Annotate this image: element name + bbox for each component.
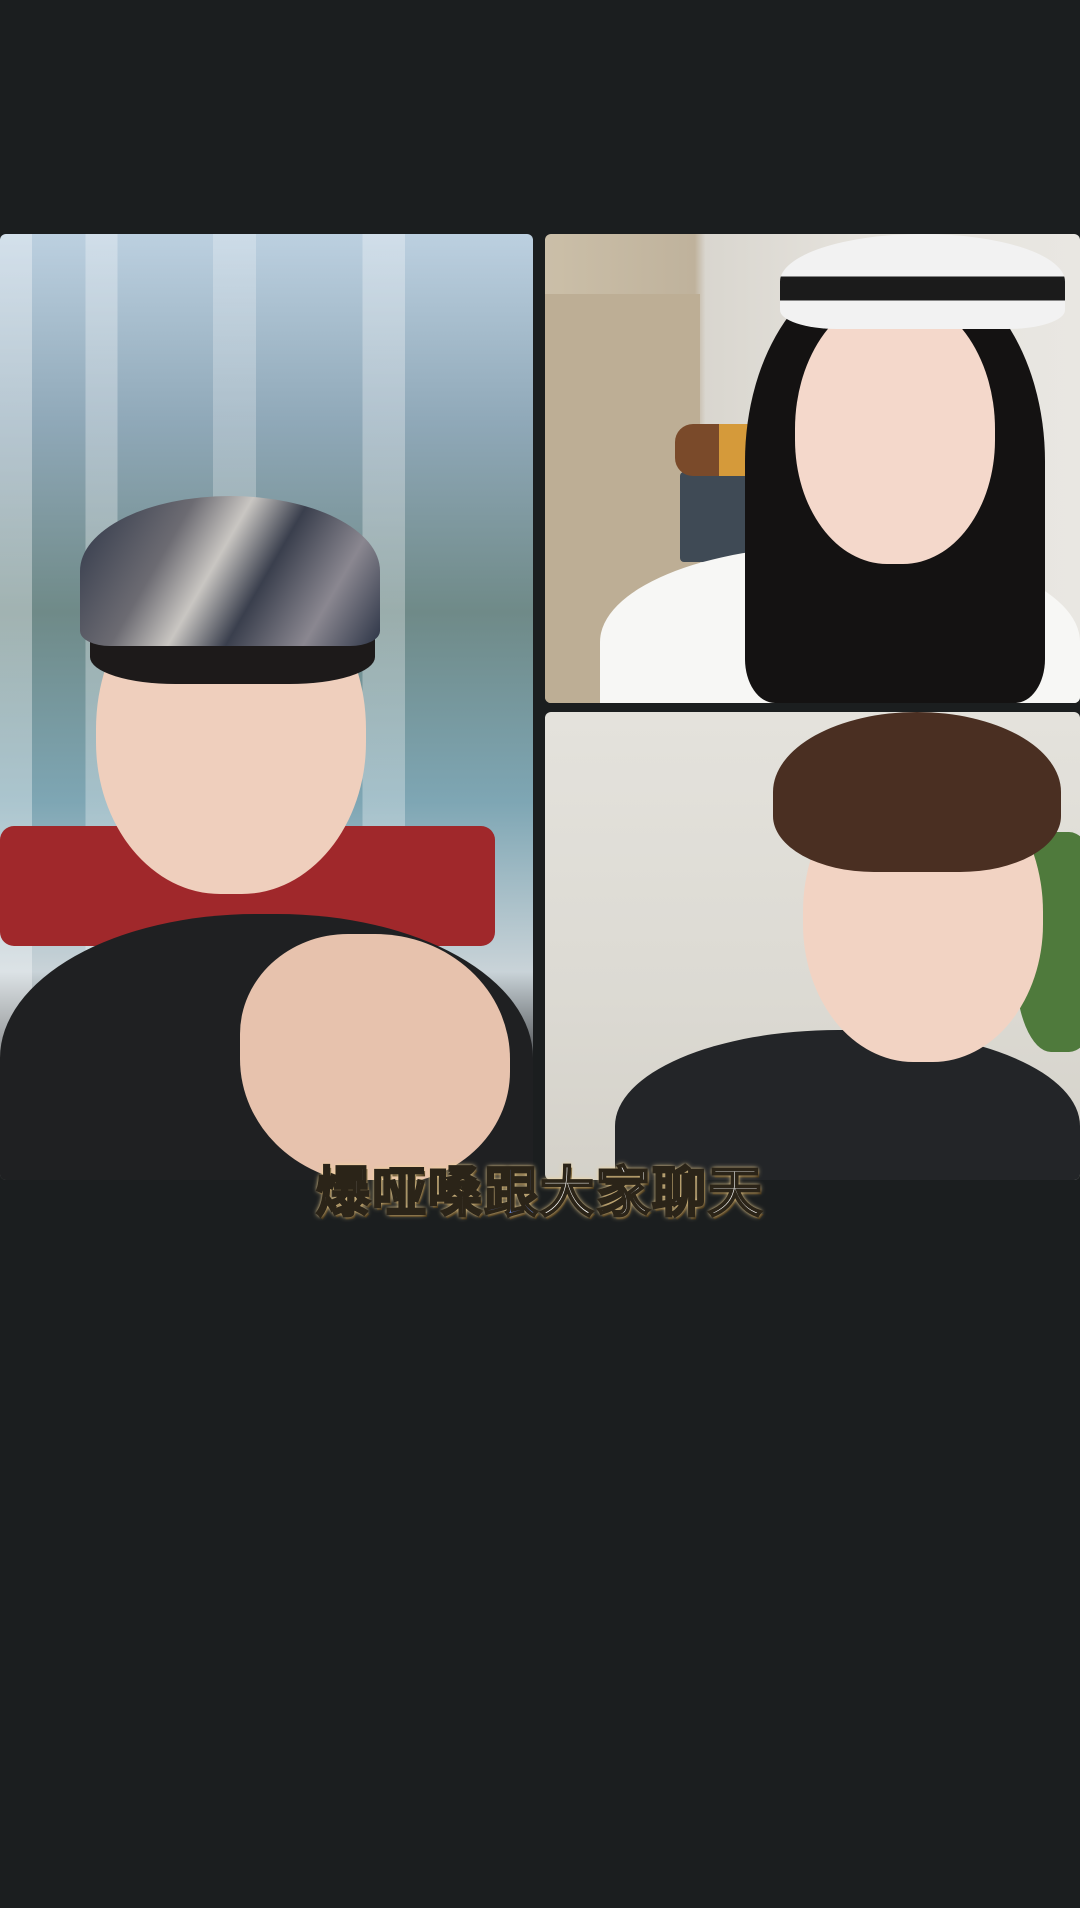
camo-cap <box>80 496 380 646</box>
video-call-screen: 爆哑嗓跟大家聊天 <box>0 0 1080 1908</box>
hand <box>240 934 510 1180</box>
subtitle-caption: 爆哑嗓跟大家聊天 <box>0 1158 1080 1228</box>
caption-text-before: 爆哑嗓 <box>315 1160 484 1225</box>
video-tile-bottom-right[interactable] <box>545 712 1080 1180</box>
video-tile-left[interactable] <box>0 234 533 1180</box>
striped-headband <box>780 234 1065 329</box>
caption-text-highlight: 跟 <box>483 1160 540 1225</box>
video-tile-top-right[interactable] <box>545 234 1080 703</box>
caption-text-after: 大家聊天 <box>539 1160 764 1225</box>
brown-hair <box>773 712 1061 872</box>
woman-face <box>795 294 995 564</box>
